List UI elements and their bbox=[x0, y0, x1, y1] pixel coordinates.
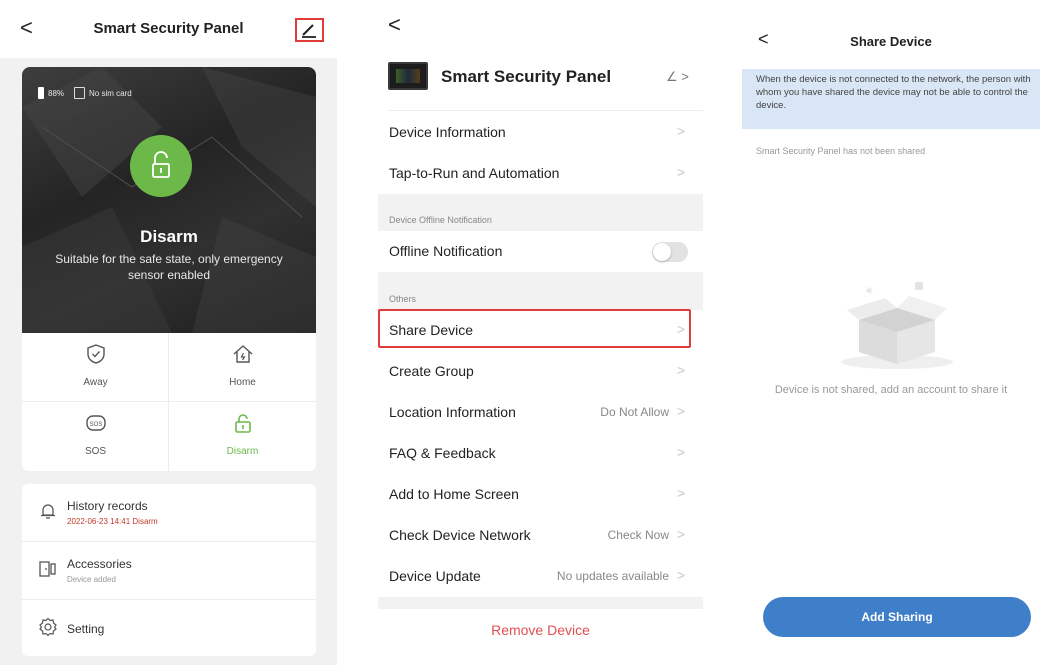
chevron-right-icon: > bbox=[676, 403, 685, 419]
chevron-right-icon: > bbox=[676, 123, 685, 139]
current-mode-description: Suitable for the safe state, only emerge… bbox=[55, 252, 283, 282]
mode-label: SOS bbox=[84, 446, 107, 457]
edit-device-button[interactable]: ∠ > bbox=[666, 69, 689, 85]
back-button[interactable]: < bbox=[388, 14, 401, 36]
section-header: Device Offline Notification bbox=[378, 194, 703, 231]
share-device-row[interactable]: Share Device > bbox=[378, 310, 703, 351]
device-header: Smart Security Panel ∠ > bbox=[388, 60, 703, 110]
device-update-row[interactable]: Device Update No updates available > bbox=[378, 556, 703, 597]
accessories-row[interactable]: Accessories Device added bbox=[22, 542, 316, 599]
mode-label: Away bbox=[83, 377, 108, 388]
row-label: Tap-to-Run and Automation bbox=[389, 165, 560, 181]
mode-hero-panel: 88% No sim card Disarm Suitable for the … bbox=[22, 67, 316, 333]
create-group-row[interactable]: Create Group > bbox=[378, 351, 703, 392]
row-subtitle: 2022-06-23 14:41 Disarm bbox=[67, 517, 158, 526]
mode-away[interactable]: Away bbox=[22, 333, 169, 402]
disarm-mode-button[interactable] bbox=[130, 135, 192, 197]
section-label: Others bbox=[389, 294, 417, 304]
pencil-icon bbox=[302, 24, 316, 38]
section-spacer bbox=[378, 597, 703, 609]
empty-box-icon: ✳ bbox=[841, 282, 953, 369]
section-header: Others bbox=[378, 272, 703, 310]
mode-label: Disarm bbox=[226, 446, 259, 457]
device-settings-screen: < Smart Security Panel ∠ > Device Inform… bbox=[358, 0, 703, 665]
mode-label: Home bbox=[229, 377, 256, 388]
unlock-icon bbox=[235, 414, 251, 433]
hero-background-pattern bbox=[22, 67, 316, 333]
sim-status: No sim card bbox=[89, 88, 132, 98]
chevron-right-icon: > bbox=[676, 362, 685, 378]
battery-icon bbox=[38, 87, 44, 99]
row-label: Device Update bbox=[389, 568, 481, 584]
sos-icon: SOS bbox=[86, 415, 106, 431]
network-notice: When the device is not connected to the … bbox=[742, 69, 1040, 129]
section-label: Device Offline Notification bbox=[389, 215, 492, 225]
row-title: Accessories bbox=[67, 557, 132, 571]
door-sensor-icon bbox=[39, 561, 56, 577]
row-label: Share Device bbox=[389, 322, 474, 338]
row-title: History records bbox=[67, 499, 148, 513]
check-device-network-row[interactable]: Check Device Network Check Now > bbox=[378, 515, 703, 556]
device-thumbnail bbox=[388, 62, 428, 90]
row-label: FAQ & Feedback bbox=[389, 445, 496, 461]
chevron-right-icon: > bbox=[676, 485, 685, 501]
svg-text:✳: ✳ bbox=[865, 286, 873, 297]
current-mode-title: Disarm bbox=[140, 227, 198, 246]
row-value: Do Not Allow bbox=[600, 405, 669, 419]
row-label: Create Group bbox=[389, 363, 474, 379]
share-device-screen: < Share Device When the device is not co… bbox=[742, 0, 1040, 665]
add-sharing-button[interactable]: Add Sharing bbox=[763, 597, 1031, 637]
location-information-row[interactable]: Location Information Do Not Allow > bbox=[378, 392, 703, 433]
device-information-row[interactable]: Device Information > bbox=[378, 112, 703, 153]
mode-selector: Away Home SOS SOS Disarm bbox=[22, 333, 316, 471]
row-label: Add to Home Screen bbox=[389, 486, 519, 502]
sim-card-icon bbox=[74, 87, 86, 99]
row-label: Device Information bbox=[389, 124, 506, 140]
row-subtitle: Device added bbox=[67, 575, 116, 584]
battery-level: 88% bbox=[48, 88, 65, 98]
row-value: Check Now bbox=[607, 528, 669, 542]
info-card: History records 2022-06-23 14:41 Disarm … bbox=[22, 484, 316, 656]
mode-sos[interactable]: SOS SOS bbox=[22, 402, 169, 471]
chevron-right-icon: > bbox=[676, 526, 685, 542]
row-label: Offline Notification bbox=[389, 243, 503, 259]
row-title: Setting bbox=[67, 622, 105, 636]
history-records-row[interactable]: History records 2022-06-23 14:41 Disarm bbox=[22, 484, 316, 541]
chevron-right-icon: > bbox=[676, 567, 685, 583]
offline-notification-row: Offline Notification bbox=[378, 231, 703, 272]
chevron-right-icon: > bbox=[676, 164, 685, 180]
security-panel-screen: < Smart Security Panel 88% No sim card D… bbox=[0, 0, 337, 665]
edit-button[interactable] bbox=[295, 18, 324, 42]
device-status: 88% No sim card bbox=[38, 87, 132, 99]
faq-feedback-row[interactable]: FAQ & Feedback > bbox=[378, 433, 703, 474]
mode-disarm[interactable]: Disarm bbox=[169, 402, 316, 471]
offline-notification-toggle[interactable] bbox=[652, 242, 688, 262]
add-to-home-screen-row[interactable]: Add to Home Screen > bbox=[378, 474, 703, 515]
shield-check-icon bbox=[87, 344, 105, 364]
unlock-icon bbox=[152, 151, 170, 178]
chevron-right-icon: > bbox=[676, 444, 685, 460]
row-value: No updates available bbox=[556, 569, 669, 583]
divider bbox=[388, 110, 703, 111]
bell-icon bbox=[41, 504, 55, 519]
page-title: Smart Security Panel bbox=[93, 20, 244, 37]
row-label: Location Information bbox=[389, 404, 516, 420]
remove-device-button[interactable]: Remove Device bbox=[378, 610, 703, 650]
setting-row[interactable]: Setting bbox=[22, 600, 316, 657]
device-name: Smart Security Panel bbox=[441, 67, 612, 86]
gear-icon bbox=[39, 617, 57, 637]
mode-home[interactable]: Home bbox=[169, 333, 316, 402]
chevron-right-icon: > bbox=[676, 321, 685, 337]
tap-to-run-row[interactable]: Tap-to-Run and Automation > bbox=[378, 153, 703, 194]
home-icon bbox=[233, 345, 253, 363]
svg-text:SOS: SOS bbox=[90, 422, 103, 428]
top-bar: < Smart Security Panel bbox=[0, 0, 337, 58]
page-title: Share Device bbox=[850, 34, 932, 49]
empty-state-text: Device is not shared, add an account to … bbox=[774, 384, 1008, 396]
row-label: Check Device Network bbox=[389, 527, 531, 543]
share-status-text: Smart Security Panel has not been shared bbox=[756, 146, 926, 156]
